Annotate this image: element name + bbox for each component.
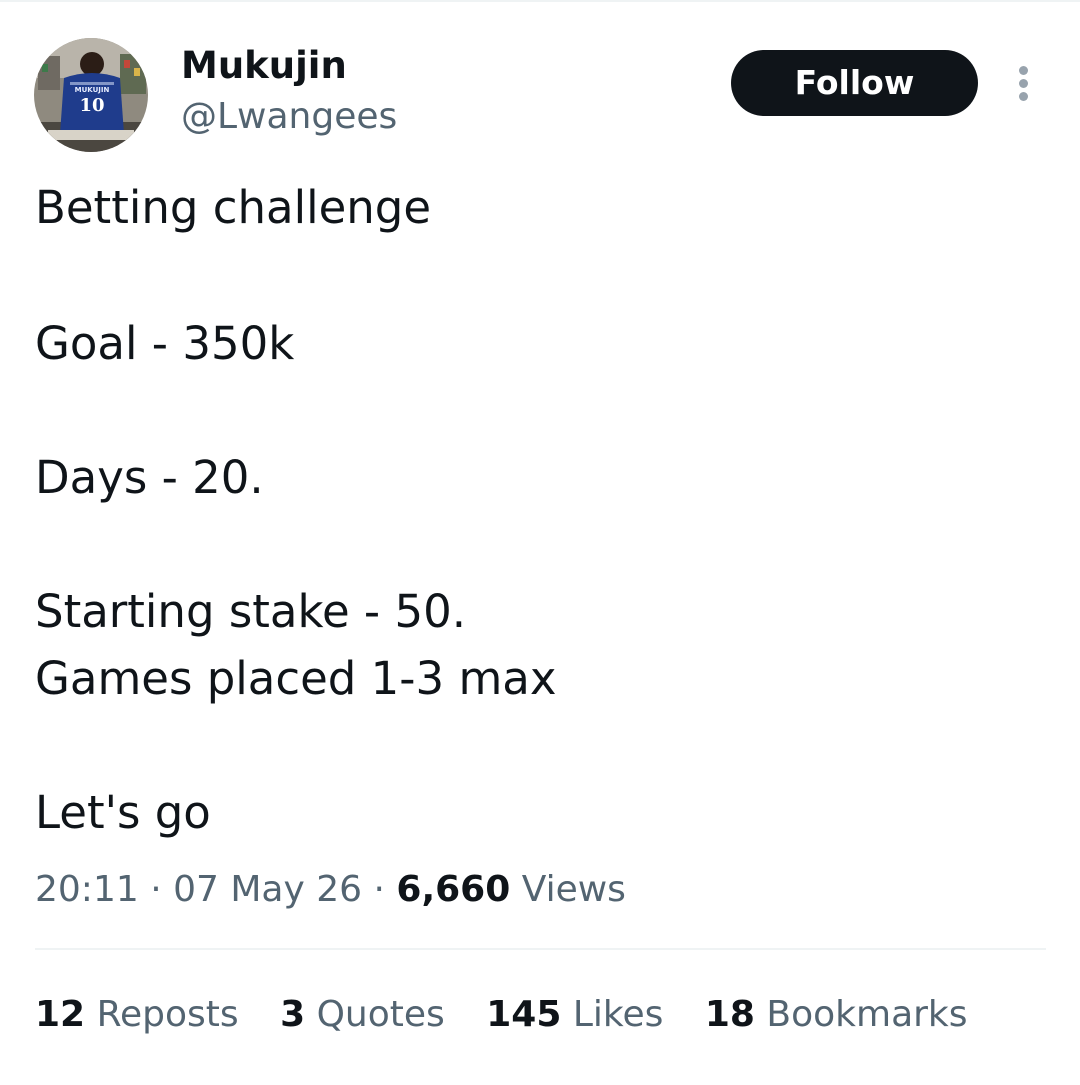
likes-count: 145	[486, 994, 562, 1035]
tweet-meta: 20:11 · 07 May 26 · 6,660 Views	[35, 866, 626, 914]
bookmarks-stat[interactable]: 18 Bookmarks	[705, 991, 968, 1039]
likes-stat[interactable]: 145 Likes	[486, 991, 663, 1039]
tweet-text-line: Starting stake - 50.	[35, 585, 467, 638]
bookmarks-count: 18	[704, 994, 755, 1035]
quotes-label: Quotes	[316, 994, 445, 1035]
tweet-text-line: Days - 20.	[35, 451, 264, 504]
tweet-text-line: Goal - 350k	[35, 317, 295, 370]
engagement-stats: 12 Reposts 3 Quotes 145 Likes 18 Bookmar…	[35, 991, 968, 1039]
top-border	[0, 0, 1080, 2]
bookmarks-label: Bookmarks	[766, 994, 968, 1035]
tweet-date[interactable]: 07 May 26	[173, 869, 362, 910]
tweet-text-line: Let's go	[35, 786, 211, 839]
follow-button[interactable]: Follow	[731, 50, 978, 116]
tweet-text-line: Games placed 1-3 max	[35, 652, 557, 705]
views-count: 6,660	[396, 869, 511, 910]
avatar[interactable]: MUKUJIN 10	[34, 38, 148, 152]
jersey-number: 10	[79, 95, 104, 116]
views-label: Views	[521, 869, 626, 910]
user-handle[interactable]: @Lwangees	[181, 94, 397, 140]
quotes-stat[interactable]: 3 Quotes	[280, 991, 445, 1039]
reposts-stat[interactable]: 12 Reposts	[35, 991, 239, 1039]
jersey-name: MUKUJIN	[75, 86, 110, 94]
quotes-count: 3	[280, 994, 306, 1035]
tweet-text-line: Betting challenge	[35, 181, 432, 234]
likes-label: Likes	[572, 994, 664, 1035]
more-options-button[interactable]	[1004, 62, 1044, 104]
avatar-photo: MUKUJIN 10	[34, 38, 148, 152]
divider	[35, 948, 1046, 950]
display-name[interactable]: Mukujin	[181, 42, 347, 90]
meta-separator: ·	[150, 869, 162, 910]
more-vertical-icon	[1019, 66, 1028, 75]
meta-separator: ·	[373, 869, 385, 910]
reposts-label: Reposts	[96, 994, 239, 1035]
reposts-count: 12	[35, 994, 86, 1035]
tweet-time[interactable]: 20:11	[35, 869, 139, 910]
